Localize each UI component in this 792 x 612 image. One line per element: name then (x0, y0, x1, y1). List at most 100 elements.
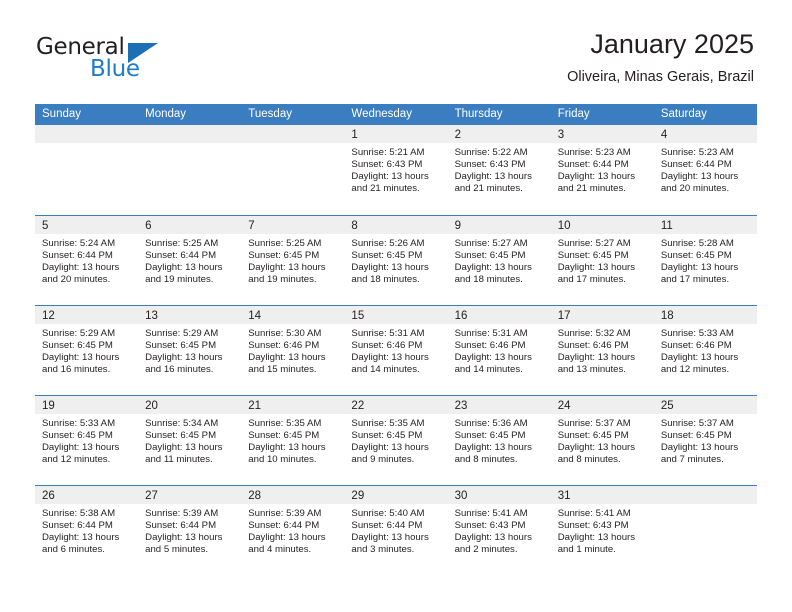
day-info-line: Daylight: 13 hours (42, 532, 120, 544)
day-info-line: and 16 minutes. (42, 364, 111, 376)
day-info-line: Sunset: 6:45 PM (42, 430, 113, 442)
calendar-day-cell[interactable]: 5 Sunrise: 5:24 AM Sunset: 6:44 PM Daylight… (35, 216, 139, 305)
day-number: 13 (145, 310, 158, 322)
calendar-day-cell[interactable]: 30 Sunrise: 5:41 AM Sunset: 6:43 PM Dayligh… (447, 486, 551, 575)
day-sun-info: Sunrise: 5:38 AM Sunset: 6:44 PM Daylight:… (35, 504, 138, 556)
calendar-cell-empty (241, 125, 345, 215)
day-sun-info: Sunrise: 5:28 AM Sunset: 6:45 PM Daylight:… (654, 234, 757, 286)
day-info-line: Sunset: 6:46 PM (660, 340, 732, 352)
day-info-line: Sunrise: 5:27 AM (557, 238, 631, 249)
day-number-band: 20 (138, 396, 242, 414)
day-sun-info: Sunrise: 5:40 AM Sunset: 6:44 PM Daylight:… (344, 504, 447, 556)
day-sun-info: Sunrise: 5:39 AM Sunset: 6:44 PM Daylight:… (138, 504, 241, 556)
calendar-day-cell[interactable]: 28 Sunrise: 5:39 AM Sunset: 6:44 PM Dayligh… (241, 486, 345, 575)
calendar-week-row: 19 Sunrise: 5:33 AM Sunset: 6:45 PM Dayligh… (35, 395, 757, 485)
day-number: 15 (351, 310, 365, 322)
day-info-line: and 4 minutes. (248, 544, 312, 556)
day-number-band (138, 125, 242, 143)
day-sun-info: Sunrise: 5:27 AM Sunset: 6:45 PM Daylight:… (448, 234, 551, 286)
calendar-day-cell[interactable]: 26 Sunrise: 5:38 AM Sunset: 6:44 PM Dayligh… (35, 486, 139, 575)
calendar-day-cell[interactable]: 12 Sunrise: 5:29 AM Sunset: 6:45 PM Dayligh… (35, 306, 139, 395)
day-info-line: Sunrise: 5:23 AM (557, 147, 631, 158)
day-info-line: and 19 minutes. (145, 274, 214, 286)
calendar-day-cell[interactable]: 6 Sunrise: 5:25 AM Sunset: 6:44 PM Daylight… (138, 216, 242, 305)
calendar-day-cell[interactable]: 7 Sunrise: 5:25 AM Sunset: 6:45 PM Daylight… (241, 216, 345, 305)
day-number-band: 15 (344, 306, 448, 324)
calendar-day-cell[interactable]: 19 Sunrise: 5:33 AM Sunset: 6:45 PM Dayligh… (35, 396, 139, 485)
calendar-day-cell[interactable]: 22 Sunrise: 5:35 AM Sunset: 6:45 PM Dayligh… (344, 396, 448, 485)
day-info-line: and 18 minutes. (454, 274, 523, 286)
calendar-week-row: 12 Sunrise: 5:29 AM Sunset: 6:45 PM Dayligh… (35, 305, 757, 395)
calendar-day-cell[interactable]: 14 Sunrise: 5:30 AM Sunset: 6:46 PM Dayligh… (241, 306, 345, 395)
day-sun-info: Sunrise: 5:23 AM Sunset: 6:44 PM Daylight:… (551, 143, 654, 195)
day-info-line: Daylight: 13 hours (42, 442, 120, 454)
calendar-day-cell[interactable]: 8 Sunrise: 5:26 AM Sunset: 6:45 PM Daylight… (344, 216, 448, 305)
day-number-band: 22 (344, 396, 448, 414)
calendar-day-cell[interactable]: 20 Sunrise: 5:34 AM Sunset: 6:45 PM Dayligh… (138, 396, 242, 485)
day-sun-info: Sunrise: 5:41 AM Sunset: 6:43 PM Daylight:… (551, 504, 654, 556)
day-number: 25 (660, 400, 674, 412)
day-number: 21 (248, 400, 262, 412)
day-info-line: and 9 minutes. (351, 454, 415, 466)
day-number-band: 8 (344, 216, 448, 234)
day-number-band (241, 125, 345, 143)
day-info-line: Daylight: 13 hours (557, 171, 636, 183)
calendar-day-cell[interactable]: 10 Sunrise: 5:27 AM Sunset: 6:45 PM Dayligh… (550, 216, 654, 305)
calendar-day-cell[interactable]: 25 Sunrise: 5:37 AM Sunset: 6:45 PM Dayligh… (653, 396, 757, 485)
day-number-band: 10 (550, 216, 654, 234)
calendar-day-cell[interactable]: 31 Sunrise: 5:41 AM Sunset: 6:43 PM Dayligh… (550, 486, 654, 575)
calendar-page: General Blue January 2025 Oliveira, Mina… (0, 0, 792, 612)
day-info-line: Sunrise: 5:38 AM (42, 508, 116, 519)
day-info-line: and 16 minutes. (145, 364, 214, 376)
calendar-day-cell[interactable]: 4 Sunrise: 5:23 AM Sunset: 6:44 PM Daylight… (653, 125, 757, 215)
day-info-line: and 13 minutes. (557, 364, 626, 376)
day-info-line: Sunset: 6:44 PM (42, 520, 113, 532)
calendar-day-cell[interactable]: 24 Sunrise: 5:37 AM Sunset: 6:45 PM Dayligh… (550, 396, 654, 485)
day-number: 1 (351, 129, 358, 141)
calendar-day-cell[interactable]: 18 Sunrise: 5:33 AM Sunset: 6:46 PM Dayligh… (653, 306, 757, 395)
day-info-line: Daylight: 13 hours (145, 352, 223, 364)
calendar-day-cell[interactable]: 29 Sunrise: 5:40 AM Sunset: 6:44 PM Dayligh… (344, 486, 448, 575)
day-info-line: Sunrise: 5:25 AM (248, 238, 322, 249)
day-info-line: and 2 minutes. (454, 544, 518, 556)
day-info-line: and 14 minutes. (454, 364, 523, 376)
day-info-line: and 12 minutes. (42, 454, 111, 466)
day-sun-info: Sunrise: 5:29 AM Sunset: 6:45 PM Daylight:… (35, 324, 138, 376)
day-sun-info: Sunrise: 5:30 AM Sunset: 6:46 PM Daylight:… (241, 324, 344, 376)
day-number: 31 (557, 490, 571, 502)
day-number-band: 27 (138, 486, 242, 504)
day-info-line: Sunrise: 5:22 AM (454, 147, 528, 158)
day-info-line: Daylight: 13 hours (248, 442, 326, 454)
day-sun-info: Sunrise: 5:31 AM Sunset: 6:46 PM Daylight:… (344, 324, 447, 376)
day-info-line: Sunset: 6:45 PM (557, 250, 629, 262)
calendar-day-cell[interactable]: 3 Sunrise: 5:23 AM Sunset: 6:44 PM Daylight… (550, 125, 654, 215)
generalblue-logo[interactable]: General Blue (36, 34, 216, 86)
day-sun-info: Sunrise: 5:35 AM Sunset: 6:45 PM Daylight:… (344, 414, 447, 466)
calendar-day-cell[interactable]: 13 Sunrise: 5:29 AM Sunset: 6:45 PM Dayligh… (138, 306, 242, 395)
calendar-day-cell[interactable]: 21 Sunrise: 5:35 AM Sunset: 6:45 PM Dayligh… (241, 396, 345, 485)
logo-text-blue: Blue (90, 56, 140, 82)
calendar-day-cell[interactable]: 23 Sunrise: 5:36 AM Sunset: 6:45 PM Dayligh… (447, 396, 551, 485)
calendar-day-cell[interactable]: 1 Sunrise: 5:21 AM Sunset: 6:43 PM Daylight… (344, 125, 448, 215)
day-sun-info: Sunrise: 5:25 AM Sunset: 6:45 PM Daylight:… (241, 234, 344, 286)
day-info-line: Sunset: 6:45 PM (351, 430, 423, 442)
calendar-day-cell[interactable]: 11 Sunrise: 5:28 AM Sunset: 6:45 PM Dayligh… (653, 216, 757, 305)
day-info-line: and 11 minutes. (145, 454, 213, 466)
day-number-band: 31 (550, 486, 654, 504)
calendar-day-cell[interactable]: 16 Sunrise: 5:31 AM Sunset: 6:46 PM Dayligh… (447, 306, 551, 395)
day-number: 28 (248, 490, 262, 502)
day-info-line: Daylight: 13 hours (454, 532, 532, 544)
day-number: 5 (42, 220, 49, 232)
day-info-line: Sunset: 6:46 PM (454, 340, 526, 352)
page-subtitle: Oliveira, Minas Gerais, Brazil (567, 69, 754, 85)
day-info-line: and 17 minutes. (557, 274, 626, 286)
calendar-day-cell[interactable]: 9 Sunrise: 5:27 AM Sunset: 6:45 PM Daylight… (447, 216, 551, 305)
day-number-band: 23 (447, 396, 551, 414)
calendar-day-cell[interactable]: 15 Sunrise: 5:31 AM Sunset: 6:46 PM Dayligh… (344, 306, 448, 395)
day-info-line: Sunrise: 5:37 AM (660, 418, 734, 429)
day-info-line: Daylight: 13 hours (42, 352, 120, 364)
calendar-day-cell[interactable]: 17 Sunrise: 5:32 AM Sunset: 6:46 PM Dayligh… (550, 306, 654, 395)
calendar-day-cell[interactable]: 27 Sunrise: 5:39 AM Sunset: 6:44 PM Dayligh… (138, 486, 242, 575)
day-sun-info: Sunrise: 5:39 AM Sunset: 6:44 PM Daylight:… (241, 504, 344, 556)
calendar-day-cell[interactable]: 2 Sunrise: 5:22 AM Sunset: 6:43 PM Daylight… (447, 125, 551, 215)
